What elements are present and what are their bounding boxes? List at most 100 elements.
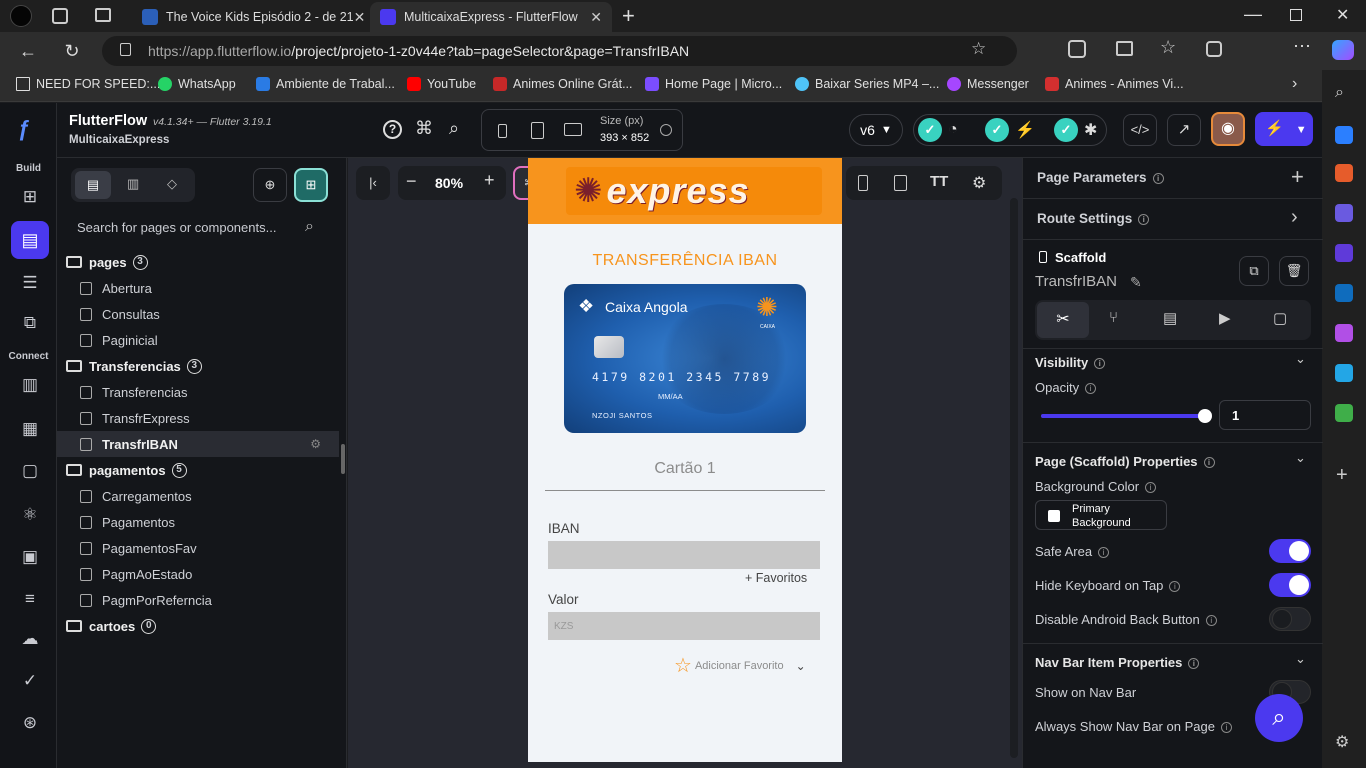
preview-eye-button[interactable]: ◉: [1211, 112, 1245, 146]
new-tab-button[interactable]: +: [622, 3, 635, 29]
components-tab-icon[interactable]: ▥: [127, 176, 139, 192]
profile-avatar[interactable]: [10, 5, 32, 27]
add-folder-button[interactable]: ⊕: [253, 168, 287, 202]
chevron-down-icon[interactable]: ⌄: [1295, 450, 1306, 466]
properties-tab-icon[interactable]: ✂: [1037, 302, 1089, 338]
flutterflow-logo-icon[interactable]: ƒ: [18, 117, 42, 141]
phone-preview[interactable]: ✺ express TRANSFERÊNCIA IBAN ❖ Caixa Ang…: [528, 158, 842, 762]
visibility-header[interactable]: Visibility i: [1035, 355, 1106, 370]
media-assets-icon[interactable]: ▣: [18, 545, 42, 569]
page-item[interactable]: Pagamentos: [57, 509, 339, 535]
page-item[interactable]: Consultas: [57, 301, 339, 327]
copilot-icon[interactable]: [1335, 244, 1353, 262]
pages-tab-icon[interactable]: ▤: [75, 171, 111, 199]
close-icon[interactable]: ✕: [590, 9, 602, 26]
bookmark-item[interactable]: Baixar Series MP4 –...: [795, 77, 939, 91]
page-item[interactable]: TransfrIBAN ⚙: [57, 431, 339, 457]
canvas-scrollbar[interactable]: [1010, 198, 1018, 758]
code-icon[interactable]: </>: [1123, 114, 1157, 146]
extensions-icon[interactable]: [1068, 40, 1086, 58]
version-select[interactable]: v6 ▼: [849, 114, 903, 146]
phone-orientation-icon[interactable]: [858, 175, 868, 191]
documentation-tab-icon[interactable]: ▢: [1273, 309, 1287, 327]
settings-icon[interactable]: ⚙: [1335, 732, 1349, 752]
close-icon[interactable]: ✕: [354, 9, 366, 26]
page-item[interactable]: Transferencias: [57, 379, 339, 405]
debug-icon[interactable]: ✱: [1084, 120, 1097, 140]
games-icon[interactable]: [1335, 204, 1353, 222]
backend-query-tab-icon[interactable]: ▤: [1163, 309, 1177, 327]
duplicate-button[interactable]: ⧉: [1239, 256, 1269, 286]
workspaces-icon[interactable]: [52, 8, 68, 24]
page-selector-icon[interactable]: ▤: [11, 221, 49, 259]
minimize-button[interactable]: —: [1244, 4, 1262, 25]
background-color-picker[interactable]: Primary Background: [1035, 500, 1167, 530]
actions-tab-icon[interactable]: ⑂: [1109, 309, 1118, 326]
folder-item[interactable]: cartoes 0: [57, 613, 339, 639]
bookmark-item[interactable]: Animes Online Grát...: [493, 77, 633, 91]
page-item[interactable]: PagmAoEstado: [57, 561, 339, 587]
disable-back-toggle[interactable]: [1269, 607, 1311, 631]
hide-keyboard-toggle[interactable]: [1269, 573, 1311, 597]
theme-icon[interactable]: ≡: [18, 587, 42, 611]
page-item[interactable]: Abertura: [57, 275, 339, 301]
page-parameters-header[interactable]: Page Parameters i: [1037, 170, 1164, 185]
add-icon[interactable]: +: [1291, 164, 1304, 190]
copilot-icon[interactable]: [1332, 40, 1354, 60]
shopping-icon[interactable]: [1335, 126, 1353, 144]
bank-card[interactable]: ❖ Caixa Angola ✺ CAIXA 4179 8201 2345 77…: [564, 284, 806, 433]
opacity-slider[interactable]: [1041, 409, 1212, 423]
page-search-input[interactable]: Search for pages or components...: [77, 220, 276, 235]
animations-tab-icon[interactable]: ▶: [1219, 309, 1231, 327]
chevron-right-icon[interactable]: ›: [1292, 75, 1297, 93]
edit-icon[interactable]: ✎: [1130, 274, 1142, 291]
bookmark-item[interactable]: Ambiente de Trabal...: [256, 77, 395, 91]
phone-icon[interactable]: [498, 124, 507, 138]
zoom-out-button[interactable]: −: [406, 171, 417, 192]
tree-icon[interactable]: [1335, 404, 1353, 422]
favorites-star-icon[interactable]: ☆: [971, 39, 986, 59]
scrollbar[interactable]: [341, 444, 345, 474]
refresh-icon[interactable]: ↻: [60, 39, 84, 63]
desktop-icon[interactable]: [564, 123, 582, 136]
navbar-properties-header[interactable]: Nav Bar Item Properties i: [1035, 655, 1200, 670]
route-settings-header[interactable]: Route Settings i: [1037, 211, 1150, 226]
add-widget-icon[interactable]: ⊞: [18, 185, 42, 209]
cloud-icon[interactable]: ☁: [18, 627, 42, 651]
database-icon[interactable]: ▥: [18, 373, 42, 397]
scaffold-properties-header[interactable]: Page (Scaffold) Properties i: [1035, 454, 1215, 469]
keyboard-icon[interactable]: [894, 175, 907, 191]
tab-voice-kids[interactable]: The Voice Kids Episódio 2 - de 21 ✕: [132, 2, 368, 32]
api-calls-icon[interactable]: ▢: [18, 459, 42, 483]
storyboard-icon[interactable]: ⧉: [18, 311, 42, 335]
page-settings-icon[interactable]: ⚙: [310, 437, 321, 451]
search-fab[interactable]: ⌕: [1255, 694, 1303, 742]
valor-input[interactable]: KZS: [548, 612, 820, 640]
send-icon[interactable]: [1335, 364, 1353, 382]
menu-icon[interactable]: ⋯: [1293, 36, 1311, 57]
folder-item[interactable]: pagamentos 5: [57, 457, 339, 483]
command-icon[interactable]: ⌘: [415, 118, 433, 139]
back-icon[interactable]: ←: [16, 39, 40, 63]
tab-flutterflow[interactable]: MulticaixaExpress - FlutterFlow ✕: [370, 2, 612, 32]
tab-actions-icon[interactable]: [95, 8, 111, 22]
page-item[interactable]: Paginicial: [57, 327, 339, 353]
lightning-icon[interactable]: ⚡: [1015, 120, 1035, 140]
canvas-settings-icon[interactable]: ⚙: [972, 173, 986, 193]
tools-icon[interactable]: [1335, 164, 1353, 182]
opacity-input[interactable]: 1: [1219, 400, 1311, 430]
favoritos-link[interactable]: + Favoritos: [745, 571, 807, 585]
share-icon[interactable]: ↗: [1167, 114, 1201, 146]
custom-code-icon[interactable]: ⚛: [18, 503, 42, 527]
split-screen-icon[interactable]: [1116, 41, 1133, 56]
url-field[interactable]: https://app.flutterflow.io/project/proje…: [102, 36, 1017, 66]
run-lightning-button[interactable]: ⚡ ▼: [1255, 112, 1313, 146]
page-item[interactable]: TransfrExpress: [57, 405, 339, 431]
bookmark-item[interactable]: NEED FOR SPEED:...: [16, 77, 160, 91]
info-icon[interactable]: [660, 124, 672, 136]
safe-area-toggle[interactable]: [1269, 539, 1311, 563]
bookmark-item[interactable]: Messenger: [947, 77, 1029, 91]
outlook-icon[interactable]: [1335, 284, 1353, 302]
delete-button[interactable]: 🗑: [1279, 256, 1309, 286]
add-icon[interactable]: +: [1336, 464, 1348, 487]
